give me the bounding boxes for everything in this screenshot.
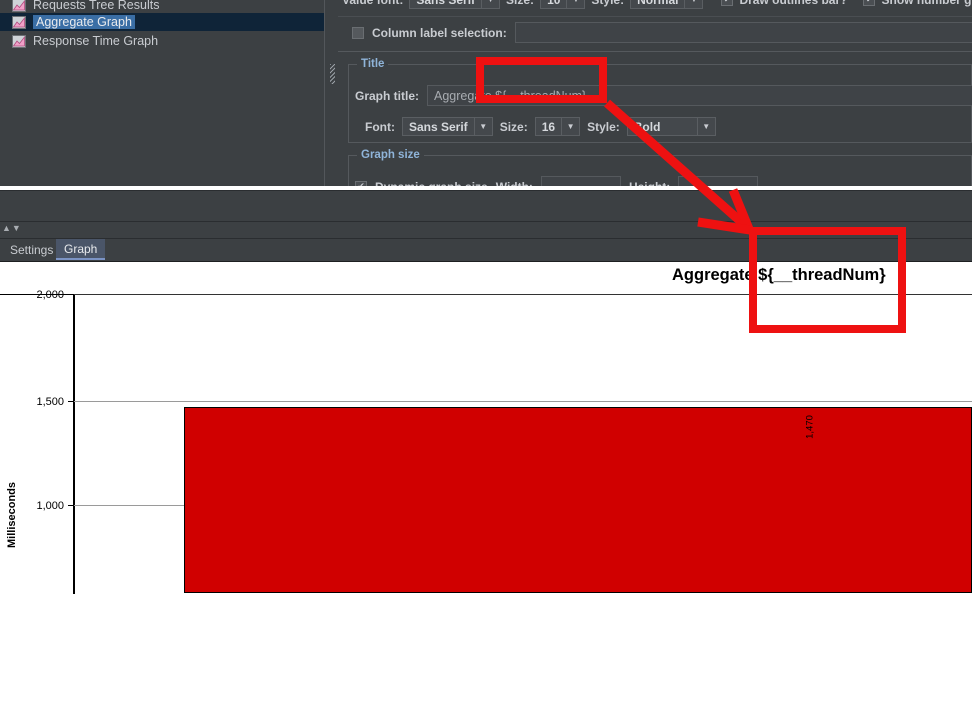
chart-icon: [12, 0, 26, 12]
value-font-row: Value font: Sans Serif ▼ Size: 10 ▼ Styl…: [342, 0, 972, 9]
chart-top-border: [0, 261, 972, 262]
chevron-down-icon: ▼: [473, 118, 492, 135]
tree-item-label: Response Time Graph: [33, 34, 159, 48]
tab-settings[interactable]: Settings: [2, 239, 62, 260]
screen-root: Requests Tree Results Aggregate Graph Re…: [0, 0, 972, 724]
tree-item-response-time-graph[interactable]: Response Time Graph: [0, 32, 324, 50]
title-group-legend: Title: [357, 58, 389, 70]
aggregate-graph-settings-pane: Value font: Sans Serif ▼ Size: 10 ▼ Styl…: [338, 0, 972, 186]
split-pane-grip-icon: [330, 64, 335, 84]
title-font-combo[interactable]: Sans Serif ▼: [401, 117, 493, 136]
chart-y-axis: [73, 294, 75, 594]
width-input[interactable]: [540, 176, 621, 186]
column-label-selection-label: Column label selection:: [372, 25, 507, 40]
title-style-value: Bold: [633, 119, 661, 134]
sort-up-icon[interactable]: ▲: [2, 224, 11, 233]
title-font-value: Sans Serif: [408, 119, 468, 134]
chart-ytick-2000: [68, 294, 74, 295]
graph-size-group: Graph size ✔ Dynamic graph size Width: H…: [348, 149, 972, 186]
tree-item-requests-tree-results[interactable]: Requests Tree Results: [0, 0, 324, 14]
chart-y-axis-label-text: Milliseconds: [6, 481, 18, 549]
value-size-label: Size:: [506, 0, 534, 7]
value-font-label: Value font:: [342, 0, 403, 7]
tab-graph[interactable]: Graph: [56, 239, 106, 260]
sort-toggle-icons[interactable]: ▲ ▼: [2, 224, 21, 233]
tab-settings-label: Settings: [10, 242, 54, 257]
title-font-row: Font: Sans Serif ▼ Size: 16 ▼ Style: Bol…: [365, 117, 716, 136]
chart-title: Aggregate ${__threadNum}: [672, 266, 886, 284]
chevron-down-icon: ▼: [684, 0, 702, 8]
value-style-value: Normal: [631, 0, 684, 8]
tree-item-label: Requests Tree Results: [33, 0, 160, 12]
chevron-down-icon: ▼: [561, 118, 579, 135]
chart-bar-value-text: 1,470: [804, 415, 816, 439]
graph-title-row: Graph title: Aggregate ${__threadNum}: [355, 85, 972, 106]
tab-graph-label: Graph: [64, 241, 98, 256]
chart-bar-value-label: 1,470: [803, 405, 817, 449]
check-icon: ✔: [866, 0, 874, 5]
chart-bar-aggregate[interactable]: [184, 407, 972, 593]
draw-outlines-bar-checkbox[interactable]: ✔: [721, 0, 734, 6]
chart-ytick-label-1500: 1,500: [36, 396, 64, 408]
graph-title-input[interactable]: Aggregate ${__threadNum}: [427, 85, 972, 106]
value-font-combo[interactable]: Sans Serif ▼: [409, 0, 501, 9]
title-size-value: 16: [541, 119, 556, 134]
value-style-label: Style:: [591, 0, 624, 7]
chart-ytick-1000: [68, 505, 74, 506]
title-font-label: Font:: [365, 119, 395, 134]
jmeter-main-window: Requests Tree Results Aggregate Graph Re…: [0, 0, 972, 186]
title-size-label: Size:: [499, 119, 528, 134]
test-plan-tree[interactable]: Requests Tree Results Aggregate Graph Re…: [0, 0, 325, 186]
draw-outlines-bar-label: Draw outlines bar?: [739, 0, 847, 7]
chevron-down-icon: ▼: [481, 0, 499, 8]
tree-item-aggregate-graph[interactable]: Aggregate Graph: [0, 13, 324, 31]
chart-ytick-1500: [68, 401, 74, 402]
title-style-combo[interactable]: Bold ▼: [626, 117, 716, 136]
graph-size-row: ✔ Dynamic graph size Width: Height:: [355, 176, 759, 186]
chart-y-axis-label: Milliseconds: [4, 460, 20, 570]
height-input[interactable]: [678, 176, 759, 186]
graph-title-label: Graph title:: [355, 88, 420, 103]
show-number-grouping-checkbox[interactable]: ✔: [863, 0, 876, 6]
column-label-selection-row: Column label selection:: [352, 22, 972, 43]
column-label-selection-input[interactable]: [514, 22, 972, 43]
chart-gridline-1500: [73, 401, 972, 402]
tree-item-label: Aggregate Graph: [33, 15, 135, 29]
result-tab-bar: Settings Graph: [0, 239, 972, 261]
chart-icon: [12, 15, 26, 29]
chart-gridline-2000: [73, 294, 972, 295]
column-label-selection-checkbox[interactable]: [352, 26, 364, 39]
chevron-down-icon: ▼: [566, 0, 584, 8]
value-font-value: Sans Serif: [410, 0, 481, 8]
title-style-label: Style:: [587, 119, 620, 134]
lower-window-toolbar-band: [0, 190, 972, 239]
chart-ytick-label-2000: 2,000: [36, 289, 64, 301]
sort-down-icon[interactable]: ▼: [12, 224, 21, 233]
chevron-down-icon: ▼: [696, 118, 715, 135]
value-size-combo[interactable]: 10 ▼: [540, 0, 586, 9]
title-size-combo[interactable]: 16 ▼: [534, 117, 581, 136]
value-size-value: 10: [541, 0, 566, 8]
show-number-grouping-label: Show number grou: [881, 0, 972, 7]
title-group: Title Graph title: Aggregate ${__threadN…: [348, 58, 972, 143]
chart-icon: [12, 34, 26, 48]
check-icon: ✔: [724, 0, 732, 5]
value-style-combo[interactable]: Normal ▼: [630, 0, 704, 9]
graph-size-group-legend: Graph size: [357, 149, 424, 161]
